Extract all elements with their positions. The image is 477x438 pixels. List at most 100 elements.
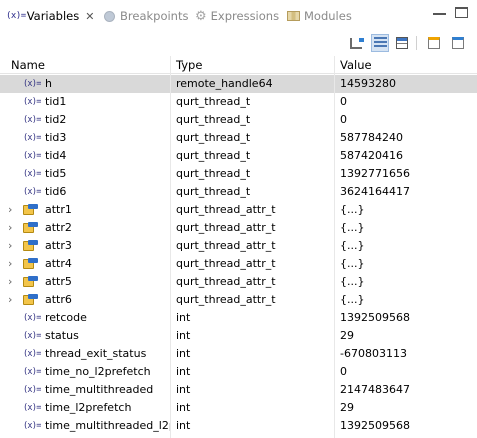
type-cell: int — [176, 311, 191, 324]
type-cell: qurt_thread_t — [176, 131, 251, 144]
variable-name: tid2 — [45, 113, 67, 126]
value-cell[interactable]: {...} — [340, 219, 477, 237]
maximize-icon[interactable] — [455, 7, 468, 18]
value-cell[interactable]: {...} — [340, 291, 477, 309]
value-cell[interactable]: 587784240 — [340, 129, 477, 147]
variable-icon: (x)= — [23, 421, 41, 431]
column-header-name[interactable]: Name — [11, 56, 45, 74]
table-row[interactable]: › attr6 qurt_thread_attr_t {...} — [0, 291, 477, 309]
table-row[interactable]: (x)= time_no_l2prefetch int 0 — [0, 363, 477, 381]
table-row[interactable]: (x)= status int 29 — [0, 327, 477, 345]
type-cell: qurt_thread_t — [176, 185, 251, 198]
modules-icon — [287, 11, 300, 21]
table-row[interactable]: (x)= time_multithreaded_l2prefetch int 1392… — [0, 417, 477, 435]
remove-global-variables-button[interactable] — [449, 34, 467, 52]
table-row[interactable]: (x)= thread_exit_status int -670803113 — [0, 345, 477, 363]
chevron-right-icon[interactable]: › — [8, 291, 12, 309]
column-divider[interactable] — [334, 56, 335, 438]
close-icon[interactable]: ✕ — [85, 10, 94, 23]
chevron-right-icon[interactable]: › — [8, 219, 12, 237]
name-cell: (x)= retcode — [0, 309, 171, 327]
variable-icon: (x)= — [23, 385, 41, 395]
table-row[interactable]: › attr1 qurt_thread_attr_t {...} — [0, 201, 477, 219]
tab-variables[interactable]: (x)= Variables ✕ — [3, 5, 97, 27]
variable-icon: (x)= — [23, 169, 41, 179]
value-cell[interactable]: 587420416 — [340, 147, 477, 165]
chevron-right-icon[interactable]: › — [8, 237, 12, 255]
variable-name: tid4 — [45, 149, 67, 162]
chevron-right-icon[interactable]: › — [8, 201, 12, 219]
variable-name: time_no_l2prefetch — [45, 365, 151, 378]
struct-variable-icon — [23, 294, 38, 306]
name-cell: (x)= tid3 — [0, 129, 171, 147]
type-cell: qurt_thread_attr_t — [176, 275, 276, 288]
collapse-all-icon — [396, 37, 408, 49]
type-cell: int — [176, 401, 191, 414]
collapse-all-button[interactable] — [393, 34, 411, 52]
struct-variable-icon — [23, 204, 38, 216]
tab-breakpoints[interactable]: Breakpoints — [104, 5, 188, 27]
struct-variable-icon — [23, 276, 38, 288]
value-cell[interactable]: {...} — [340, 255, 477, 273]
type-cell: qurt_thread_attr_t — [176, 221, 276, 234]
value-cell[interactable]: 1392509568 — [340, 309, 477, 327]
value-cell[interactable]: 0 — [340, 111, 477, 129]
table-row[interactable]: › attr5 qurt_thread_attr_t {...} — [0, 273, 477, 291]
name-cell: › attr1 — [0, 201, 171, 219]
variables-icon: (x)= — [6, 11, 26, 21]
name-cell: (x)= tid4 — [0, 147, 171, 165]
type-cell: qurt_thread_attr_t — [176, 257, 276, 270]
table-row[interactable]: › attr2 qurt_thread_attr_t {...} — [0, 219, 477, 237]
variable-name: tid5 — [45, 167, 67, 180]
value-cell[interactable]: 3624164417 — [340, 183, 477, 201]
variable-icon: (x)= — [23, 187, 41, 197]
column-divider[interactable] — [170, 56, 171, 438]
variable-name: time_multithreaded — [45, 383, 154, 396]
tab-modules[interactable]: Modules — [287, 5, 352, 27]
type-cell: remote_handle64 — [176, 77, 273, 90]
tab-variables-label: Variables — [26, 9, 80, 23]
table-header: Name Type Value — [0, 56, 477, 74]
table-row[interactable]: (x)= h remote_handle64 14593280 — [0, 75, 477, 93]
column-header-value[interactable]: Value — [340, 56, 372, 74]
show-logical-structure-icon — [373, 37, 387, 49]
table-row[interactable]: › attr4 qurt_thread_attr_t {...} — [0, 255, 477, 273]
value-cell[interactable]: 0 — [340, 363, 477, 381]
show-logical-structure-button[interactable] — [371, 34, 389, 52]
value-cell[interactable]: -670803113 — [340, 345, 477, 363]
table-row[interactable]: (x)= time_l2prefetch int 29 — [0, 399, 477, 417]
value-cell[interactable]: 1392509568 — [340, 417, 477, 435]
value-cell[interactable]: 0 — [340, 93, 477, 111]
chevron-right-icon[interactable]: › — [8, 273, 12, 291]
minimize-icon[interactable] — [433, 7, 446, 15]
value-cell[interactable]: 1392771656 — [340, 165, 477, 183]
chevron-right-icon[interactable]: › — [8, 255, 12, 273]
name-cell: (x)= tid1 — [0, 93, 171, 111]
table-row[interactable]: (x)= retcode int 1392509568 — [0, 309, 477, 327]
add-global-variables-button[interactable] — [425, 34, 443, 52]
value-cell[interactable]: {...} — [340, 273, 477, 291]
table-row[interactable]: (x)= tid2 qurt_thread_t 0 — [0, 111, 477, 129]
value-cell[interactable]: 2147483647 — [340, 381, 477, 399]
table-row[interactable]: (x)= tid6 qurt_thread_t 3624164417 — [0, 183, 477, 201]
table-row[interactable]: (x)= tid4 qurt_thread_t 587420416 — [0, 147, 477, 165]
type-cell: int — [176, 329, 191, 342]
name-cell: (x)= time_no_l2prefetch — [0, 363, 171, 381]
table-row[interactable]: › attr3 qurt_thread_attr_t {...} — [0, 237, 477, 255]
name-cell: › attr4 — [0, 255, 171, 273]
value-cell[interactable]: 29 — [340, 399, 477, 417]
table-row[interactable]: (x)= tid5 qurt_thread_t 1392771656 — [0, 165, 477, 183]
variable-name: attr2 — [45, 221, 72, 234]
tab-expressions[interactable]: ⚙ Expressions — [195, 5, 279, 27]
column-header-type[interactable]: Type — [176, 56, 202, 74]
table-row[interactable]: (x)= tid3 qurt_thread_t 587784240 — [0, 129, 477, 147]
show-type-names-button[interactable] — [347, 34, 365, 52]
name-cell: › attr5 — [0, 273, 171, 291]
variable-name: thread_exit_status — [45, 347, 147, 360]
value-cell[interactable]: {...} — [340, 201, 477, 219]
table-row[interactable]: (x)= time_multithreaded int 2147483647 — [0, 381, 477, 399]
table-row[interactable]: (x)= tid1 qurt_thread_t 0 — [0, 93, 477, 111]
value-cell[interactable]: {...} — [340, 237, 477, 255]
value-cell[interactable]: 29 — [340, 327, 477, 345]
value-cell[interactable]: 14593280 — [340, 75, 477, 93]
